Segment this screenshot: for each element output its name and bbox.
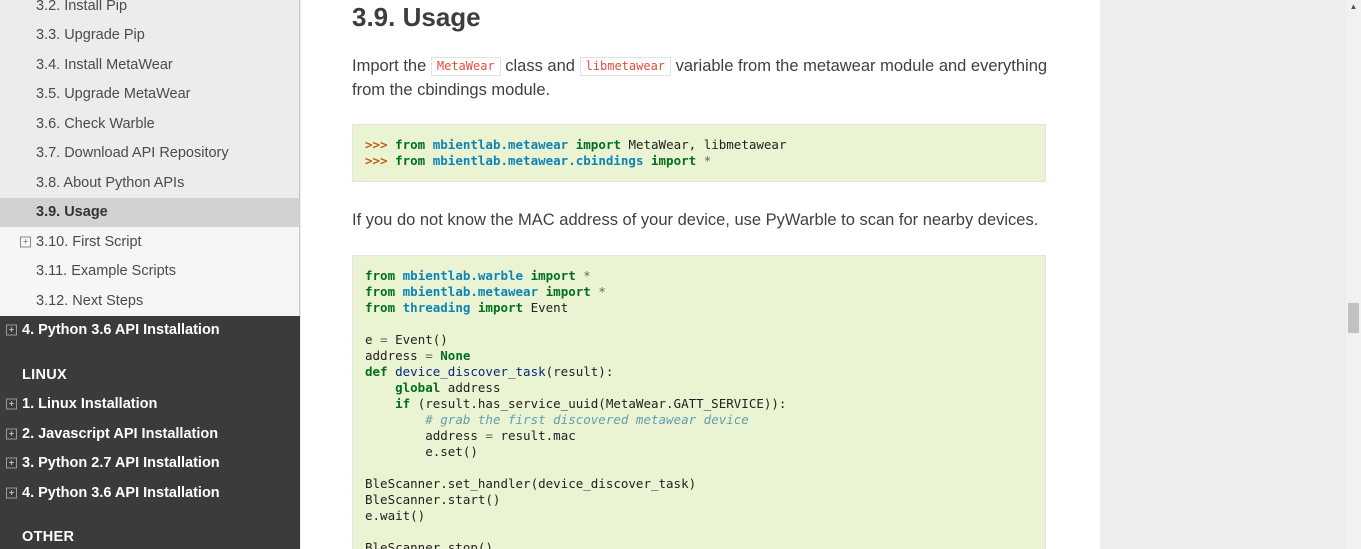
scan-paragraph: If you do not know the MAC address of yo… [352,211,1039,229]
code-block-scanner: from mbientlab.warble import * from mbien… [352,255,1046,549]
sidebar-item-label: 3.8. About Python APIs [36,174,185,191]
sidebar-item-label: 3.12. Next Steps [36,292,144,309]
sidebar-item-label: 4. Python 3.6 API Installation [22,322,220,339]
sidebar-item-label: 3.10. First Script [36,233,142,250]
sidebar-item-usage-current[interactable]: 3.9. Usage [0,197,299,227]
sidebar-item-upgrade-metawear[interactable]: 3.5. Upgrade MetaWear [0,79,299,109]
sidebar-item-install-metawear[interactable]: 3.4. Install MetaWear [0,50,299,80]
inline-code-metawear: MetaWear [430,57,501,76]
paragraph-text: Import the [352,57,431,75]
sidebar-item-label: 3.4. Install MetaWear [36,56,173,73]
sidebar-item-about-python-apis[interactable]: 3.8. About Python APIs [0,168,299,198]
page-scrollbar[interactable]: ▲ [1346,0,1361,549]
sidebar-header-other: OTHER [22,529,75,546]
expand-plus-icon[interactable]: + [6,428,17,440]
sidebar-light-section: 3.2. Install Pip 3.3. Upgrade Pip 3.4. I… [0,0,300,316]
sidebar-item-check-warble[interactable]: 3.6. Check Warble [0,109,299,139]
sidebar-item-label: 3. Python 2.7 API Installation [22,455,220,472]
intro-paragraph: Import the MetaWear class and libmetawea… [352,54,1072,102]
scrollbar-thumb[interactable] [1348,303,1359,333]
sidebar-item-label: 3.9. Usage [36,204,108,221]
sidebar-item-first-script[interactable]: + 3.10. First Script [0,227,299,257]
sidebar-item-label: 1. Linux Installation [22,396,158,413]
sidebar-header-linux: LINUX [22,366,67,383]
sidebar-item-install-pip[interactable]: 3.2. Install Pip [0,0,299,21]
sidebar-item-download-api-repository[interactable]: 3.7. Download API Repository [0,138,299,168]
scrollbar-up-arrow-icon[interactable]: ▲ [1346,0,1361,13]
sidebar-item-label: 3.6. Check Warble [36,115,155,132]
sidebar-item-python36-api-installation[interactable]: + 4. Python 3.6 API Installation [0,316,300,346]
main-content: 3.9. Usage Import the MetaWear class and… [301,0,1100,549]
sidebar-item-next-steps[interactable]: 3.12. Next Steps [0,286,299,316]
page-title: 3.9. Usage [352,2,481,32]
sidebar-item-javascript-api-installation[interactable]: + 2. Javascript API Installation [0,419,300,449]
expand-plus-icon[interactable]: + [6,457,17,469]
expand-plus-icon[interactable]: + [6,398,17,410]
sidebar-item-example-scripts[interactable]: 3.11. Example Scripts [0,257,299,287]
sidebar-item-label: 4. Python 3.6 API Installation [22,484,220,501]
sidebar-item-label: 3.5. Upgrade MetaWear [36,86,191,103]
expand-plus-icon[interactable]: + [6,487,17,499]
sidebar-item-label: 3.11. Example Scripts [36,263,176,280]
sidebar-item-label: 3.7. Download API Repository [36,145,229,162]
paragraph-text: class and [500,57,580,75]
sidebar-item-label: 3.2. Install Pip [36,0,128,14]
inline-code-libmetawear: libmetawear [579,57,672,76]
sidebar-dark-section: + 4. Python 3.6 API Installation LINUX +… [0,315,300,549]
sidebar-item-python27-api-installation[interactable]: + 3. Python 2.7 API Installation [0,449,300,479]
sidebar-item-label: 3.3. Upgrade Pip [36,27,145,44]
sidebar-item-linux-installation[interactable]: + 1. Linux Installation [0,390,300,420]
sidebar-item-python36-api-installation-linux[interactable]: + 4. Python 3.6 API Installation [0,478,300,508]
expand-plus-icon[interactable]: + [20,236,31,248]
sidebar-item-label: 2. Javascript API Installation [22,425,219,442]
expand-plus-icon[interactable]: + [6,324,17,336]
sidebar-item-upgrade-pip[interactable]: 3.3. Upgrade Pip [0,20,299,50]
code-block-imports: >>> from mbientlab.metawear import MetaW… [352,124,1046,182]
sidebar: 3.2. Install Pip 3.3. Upgrade Pip 3.4. I… [0,0,300,549]
